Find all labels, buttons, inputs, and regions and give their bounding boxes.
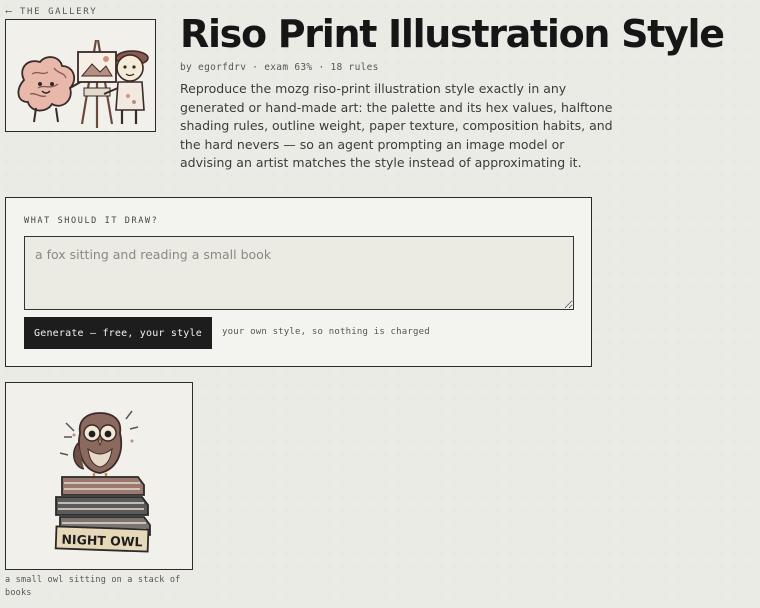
generate-note: your own style, so nothing is charged <box>222 327 430 337</box>
prompt-form: WHAT SHOULD IT DRAW? Generate — free, yo… <box>5 197 592 367</box>
generate-button[interactable]: Generate — free, your style <box>24 317 212 349</box>
prompt-input[interactable] <box>24 236 574 310</box>
owl-sign-text: NIGHT OWL <box>61 532 143 550</box>
style-cover-image <box>5 19 156 132</box>
gallery-item[interactable]: NIGHT OWL <box>5 382 193 570</box>
page-title: Riso Print Illustration Style <box>180 12 725 56</box>
style-meta: by egorfdrv · exam 63% · 18 rules <box>180 62 379 73</box>
style-description: Reproduce the mozg riso-print illustrati… <box>180 81 613 171</box>
prompt-label: WHAT SHOULD IT DRAW? <box>24 216 159 226</box>
back-to-gallery-link[interactable]: ⟵ THE GALLERY <box>6 7 97 17</box>
owl-on-books-illustration: NIGHT OWL <box>54 410 151 553</box>
gallery-item-caption: a small owl sitting on a stack of books <box>5 575 181 598</box>
brain-painter-illustration <box>17 39 149 128</box>
